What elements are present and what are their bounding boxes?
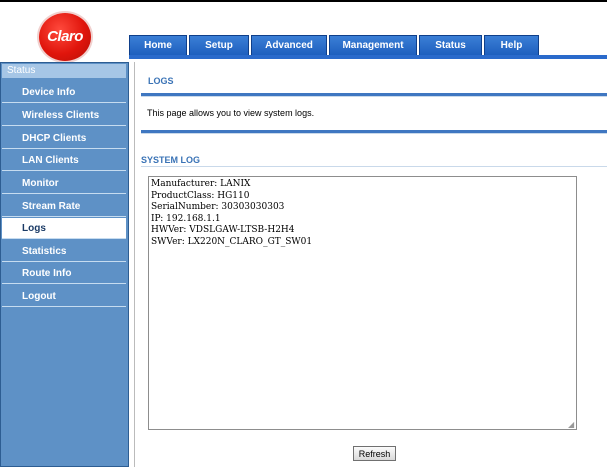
tab-management[interactable]: Management: [329, 35, 417, 55]
top-border: [0, 0, 607, 2]
title-divider-thin: [141, 96, 607, 97]
tab-help[interactable]: Help: [484, 35, 539, 55]
sidebar-item-route-info[interactable]: Route Info: [2, 263, 126, 284]
tab-setup[interactable]: Setup: [189, 35, 249, 55]
tab-home[interactable]: Home: [129, 35, 187, 55]
tab-bar-underline: [129, 55, 607, 59]
sidebar-item-wireless-clients[interactable]: Wireless Clients: [2, 105, 126, 126]
page-title: LOGS: [148, 76, 174, 86]
page-description: This page allows you to view system logs…: [147, 108, 315, 118]
logo-text: Claro: [47, 28, 83, 45]
claro-logo: Claro: [39, 13, 91, 61]
section-divider: [141, 166, 607, 167]
sidebar-header: Status: [2, 64, 126, 78]
sidebar-item-logs[interactable]: Logs: [2, 218, 126, 239]
description-divider-thin: [141, 133, 607, 134]
sidebar-item-logout[interactable]: Logout: [2, 286, 126, 307]
sidebar-item-statistics[interactable]: Statistics: [2, 241, 126, 262]
sidebar-item-dhcp-clients[interactable]: DHCP Clients: [2, 128, 126, 149]
sidebar-item-lan-clients[interactable]: LAN Clients: [2, 150, 126, 171]
sidebar-item-monitor[interactable]: Monitor: [2, 173, 126, 194]
tab-advanced[interactable]: Advanced: [251, 35, 327, 55]
refresh-button[interactable]: Refresh: [353, 446, 396, 461]
system-log-textarea[interactable]: Manufacturer: LANIX ProductClass: HG110 …: [148, 176, 577, 430]
section-title: SYSTEM LOG: [141, 155, 201, 165]
resize-grip-icon[interactable]: ◢: [568, 421, 576, 429]
sidebar-item-stream-rate[interactable]: Stream Rate: [2, 196, 126, 217]
sidebar-item-device-info[interactable]: Device Info: [2, 82, 126, 103]
tab-status[interactable]: Status: [419, 35, 482, 55]
